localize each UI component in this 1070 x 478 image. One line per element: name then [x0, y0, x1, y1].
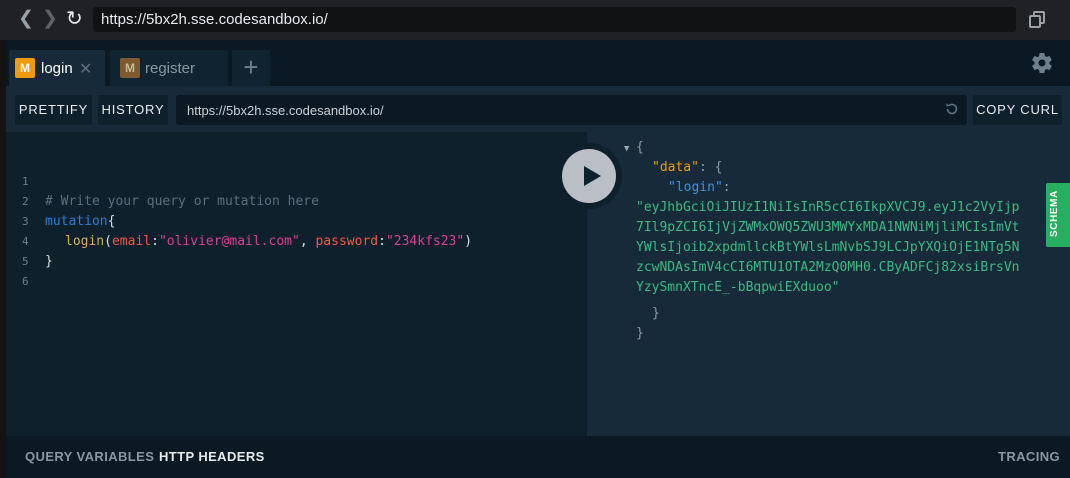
tab-register[interactable]: M register [110, 50, 228, 86]
back-icon[interactable]: ❮ [18, 9, 34, 29]
play-icon [584, 166, 601, 186]
code-arg-name: email [111, 234, 152, 249]
history-button[interactable]: HISTORY [98, 95, 168, 125]
endpoint-url: https://5bx2h.sse.codesandbox.io/ [187, 103, 384, 118]
browser-url: https://5bx2h.sse.codesandbox.io/ [101, 11, 328, 28]
json-key: "login" [668, 180, 723, 195]
result-line: "data": { [652, 158, 722, 178]
bottom-drawer-bar: QUERY VARIABLES HTTP HEADERS TRACING [6, 436, 1070, 478]
code-paren: ( [104, 234, 112, 249]
prettify-button[interactable]: PRETTIFY [15, 95, 92, 125]
reload-schema-icon[interactable] [944, 101, 960, 117]
code-arg-value: "olivier@mail.com" [158, 234, 300, 249]
result-line: } [652, 306, 660, 321]
code-paren: ) [464, 234, 473, 249]
graphql-playground: M login ✕ M register + PRETTIFY HISTORY … [6, 40, 1070, 478]
reload-icon[interactable]: ↻ [66, 9, 83, 29]
tracing-tab[interactable]: TRACING [998, 449, 1060, 464]
result-line: "login": [668, 178, 731, 198]
editor-line: 4 } [6, 212, 53, 269]
browser-toolbar: ❮ ❯ ↻ https://5bx2h.sse.codesandbox.io/ [0, 0, 1070, 40]
json-token-line: YzySmnXTncE_-bBqpwiEXduoo" [636, 280, 840, 295]
http-headers-tab[interactable]: HTTP HEADERS [159, 449, 265, 464]
json-token-line: zcwNDAsImV4cCI6MTU1OTA2MzQ0MH0.CByADFCj8… [636, 260, 1020, 275]
result-line: } [636, 326, 644, 341]
mutation-badge-icon: M [120, 58, 140, 78]
close-icon[interactable]: ✕ [79, 59, 92, 79]
json-token-line: 7Il9pZCI6IjVjZWMxOWQ5ZWU3MWYxMDA1NWNiMjl… [636, 220, 1020, 235]
copy-curl-button[interactable]: COPY CURL [973, 95, 1062, 125]
code-colon: : [151, 234, 159, 249]
editor-line: 5 [6, 232, 53, 268]
query-variables-tab[interactable]: QUERY VARIABLES [25, 449, 154, 464]
copy-window-icon[interactable] [1029, 11, 1045, 28]
tab-label: login [41, 60, 73, 77]
tab-label: register [145, 60, 196, 77]
code-brace: { [107, 214, 116, 229]
json-punct: : { [698, 160, 723, 175]
code-comment: # Write your query or mutation here [45, 194, 319, 209]
forward-icon[interactable]: ❯ [42, 9, 58, 29]
code-text: mutation{ [45, 212, 115, 232]
editor-line: 1 # Write your query or mutation here [6, 152, 319, 209]
add-tab-button[interactable]: + [232, 50, 270, 86]
endpoint-input[interactable]: https://5bx2h.sse.codesandbox.io/ [176, 95, 967, 125]
result-line: { [636, 140, 644, 155]
code-colon: : [378, 234, 386, 249]
tab-bar: M login ✕ M register + [6, 40, 1070, 86]
code-arg-value: "234kfs23" [385, 234, 465, 249]
editor-line: 2 mutation{ [6, 172, 115, 229]
json-token-line: YWlsIjoib2xpdmllckBtYWlsLmNvbSJ9LCJpYXQi… [636, 240, 1020, 255]
code-text: login(email:"olivier@mail.com", password… [65, 232, 472, 252]
execute-button-face [562, 149, 616, 203]
json-key: "data" [652, 160, 699, 175]
execute-query-button[interactable] [556, 143, 622, 209]
code-keyword: mutation [45, 214, 108, 229]
editor-line: 3 login(email:"olivier@mail.com", passwo… [6, 192, 472, 249]
code-comma: , [299, 234, 316, 249]
result-viewer[interactable]: ▼ { "data": { "login": "eyJhbGciOiJIUzI1… [587, 132, 1070, 436]
code-arg-name: password [315, 234, 379, 249]
browser-address-bar[interactable]: https://5bx2h.sse.codesandbox.io/ [93, 7, 1016, 32]
query-editor[interactable]: 1 # Write your query or mutation here 2 … [6, 132, 587, 436]
editor-toolbar: PRETTIFY HISTORY https://5bx2h.sse.codes… [6, 86, 1070, 132]
json-token-line: "eyJhbGciOiJIUzI1NiIsInR5cCI6IkpXVCJ9.ey… [636, 200, 1020, 215]
json-punct: : [722, 180, 731, 195]
mutation-badge-icon: M [15, 58, 35, 78]
tab-login[interactable]: M login ✕ [9, 50, 105, 86]
schema-tab-label: SCHEMA [1049, 190, 1060, 237]
gear-icon[interactable] [1030, 51, 1054, 75]
line-number: 6 [22, 275, 29, 288]
editor-line: 6 [6, 252, 53, 288]
schema-tab[interactable]: SCHEMA [1046, 183, 1070, 247]
code-field: login [65, 234, 105, 249]
collapse-arrow-icon[interactable]: ▼ [624, 144, 629, 154]
